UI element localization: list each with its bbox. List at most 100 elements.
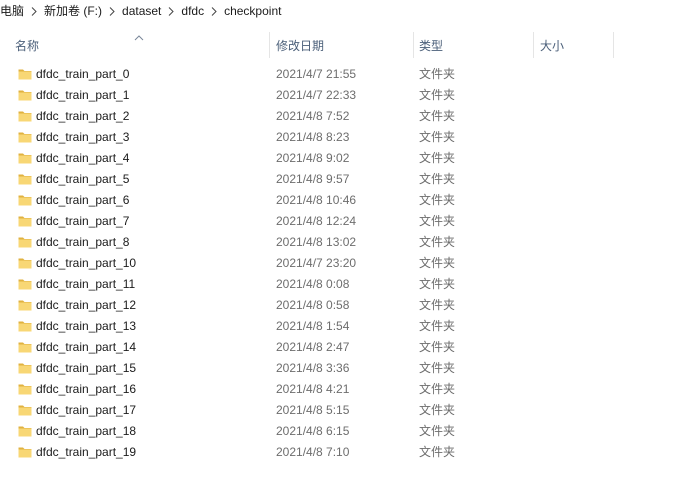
column-header-date[interactable]: 修改日期 bbox=[276, 38, 324, 54]
folder-icon bbox=[18, 403, 32, 417]
file-type: 文件夹 bbox=[419, 88, 456, 102]
column-header-type[interactable]: 类型 bbox=[419, 38, 443, 54]
file-row[interactable]: dfdc_train_part_7 2021/4/8 12:24 文件夹 bbox=[0, 211, 683, 232]
file-row[interactable]: dfdc_train_part_12 2021/4/8 0:58 文件夹 bbox=[0, 295, 683, 316]
folder-icon bbox=[18, 445, 32, 459]
folder-icon bbox=[18, 88, 32, 102]
chevron-right-icon[interactable] bbox=[104, 2, 120, 20]
file-row[interactable]: dfdc_train_part_11 2021/4/8 0:08 文件夹 bbox=[0, 274, 683, 295]
breadcrumb-item-checkpoint[interactable]: checkpoint bbox=[222, 2, 283, 20]
file-list: dfdc_train_part_0 2021/4/7 21:55 文件夹 dfdc_t… bbox=[0, 64, 683, 463]
column-header-size[interactable]: 大小 bbox=[540, 38, 564, 54]
file-modified-date: 2021/4/8 4:21 bbox=[276, 382, 350, 396]
file-row[interactable]: dfdc_train_part_14 2021/4/8 2:47 文件夹 bbox=[0, 337, 683, 358]
folder-icon bbox=[18, 235, 32, 249]
folder-icon bbox=[18, 256, 32, 270]
file-row[interactable]: dfdc_train_part_5 2021/4/8 9:57 文件夹 bbox=[0, 169, 683, 190]
file-modified-date: 2021/4/8 12:24 bbox=[276, 214, 357, 228]
column-divider[interactable] bbox=[533, 32, 534, 58]
file-type: 文件夹 bbox=[419, 319, 456, 333]
file-type: 文件夹 bbox=[419, 340, 456, 354]
folder-icon bbox=[18, 172, 32, 186]
chevron-right-icon[interactable] bbox=[26, 2, 42, 20]
file-modified-date: 2021/4/8 9:57 bbox=[276, 172, 350, 186]
file-name: dfdc_train_part_13 bbox=[36, 319, 137, 333]
file-row[interactable]: dfdc_train_part_16 2021/4/8 4:21 文件夹 bbox=[0, 379, 683, 400]
file-name: dfdc_train_part_17 bbox=[36, 403, 137, 417]
file-modified-date: 2021/4/8 3:36 bbox=[276, 361, 350, 375]
folder-icon bbox=[18, 277, 32, 291]
breadcrumb: 电脑 新加卷 (F:) dataset dfdc checkpoint bbox=[0, 0, 683, 22]
column-header-name[interactable]: 名称 bbox=[15, 38, 39, 54]
file-type: 文件夹 bbox=[419, 403, 456, 417]
file-modified-date: 2021/4/8 6:15 bbox=[276, 424, 350, 438]
file-name: dfdc_train_part_8 bbox=[36, 235, 130, 249]
breadcrumb-item-drive[interactable]: 新加卷 (F:) bbox=[42, 2, 104, 20]
column-divider[interactable] bbox=[269, 32, 270, 58]
file-name: dfdc_train_part_10 bbox=[36, 256, 137, 270]
file-modified-date: 2021/4/8 10:46 bbox=[276, 193, 357, 207]
file-name: dfdc_train_part_14 bbox=[36, 340, 137, 354]
file-type: 文件夹 bbox=[419, 382, 456, 396]
chevron-right-icon[interactable] bbox=[206, 2, 222, 20]
file-row[interactable]: dfdc_train_part_4 2021/4/8 9:02 文件夹 bbox=[0, 148, 683, 169]
folder-icon bbox=[18, 151, 32, 165]
sort-ascending-chevron-icon bbox=[134, 30, 144, 41]
file-name: dfdc_train_part_11 bbox=[36, 277, 136, 291]
column-divider[interactable] bbox=[413, 32, 414, 58]
file-name: dfdc_train_part_19 bbox=[36, 445, 137, 459]
file-row[interactable]: dfdc_train_part_2 2021/4/8 7:52 文件夹 bbox=[0, 106, 683, 127]
chevron-right-icon[interactable] bbox=[163, 2, 179, 20]
file-row[interactable]: dfdc_train_part_1 2021/4/7 22:33 文件夹 bbox=[0, 85, 683, 106]
file-row[interactable]: dfdc_train_part_13 2021/4/8 1:54 文件夹 bbox=[0, 316, 683, 337]
folder-icon bbox=[18, 319, 32, 333]
file-row[interactable]: dfdc_train_part_6 2021/4/8 10:46 文件夹 bbox=[0, 190, 683, 211]
breadcrumb-item-this-pc[interactable]: 电脑 bbox=[0, 2, 26, 20]
file-name: dfdc_train_part_16 bbox=[36, 382, 137, 396]
file-type: 文件夹 bbox=[419, 172, 456, 186]
file-modified-date: 2021/4/7 23:20 bbox=[276, 256, 357, 270]
file-name: dfdc_train_part_4 bbox=[36, 151, 130, 165]
file-type: 文件夹 bbox=[419, 109, 456, 123]
breadcrumb-item-dfdc[interactable]: dfdc bbox=[179, 2, 206, 20]
file-modified-date: 2021/4/8 5:15 bbox=[276, 403, 350, 417]
folder-icon bbox=[18, 67, 32, 81]
file-row[interactable]: dfdc_train_part_15 2021/4/8 3:36 文件夹 bbox=[0, 358, 683, 379]
file-modified-date: 2021/4/8 2:47 bbox=[276, 340, 350, 354]
folder-icon bbox=[18, 340, 32, 354]
folder-icon bbox=[18, 193, 32, 207]
folder-icon bbox=[18, 382, 32, 396]
file-row[interactable]: dfdc_train_part_18 2021/4/8 6:15 文件夹 bbox=[0, 421, 683, 442]
file-row[interactable]: dfdc_train_part_8 2021/4/8 13:02 文件夹 bbox=[0, 232, 683, 253]
file-modified-date: 2021/4/8 13:02 bbox=[276, 235, 357, 249]
folder-icon bbox=[18, 109, 32, 123]
file-modified-date: 2021/4/8 0:58 bbox=[276, 298, 350, 312]
file-modified-date: 2021/4/7 21:55 bbox=[276, 67, 357, 81]
file-type: 文件夹 bbox=[419, 277, 456, 291]
file-modified-date: 2021/4/8 9:02 bbox=[276, 151, 350, 165]
file-row[interactable]: dfdc_train_part_17 2021/4/8 5:15 文件夹 bbox=[0, 400, 683, 421]
file-name: dfdc_train_part_6 bbox=[36, 193, 130, 207]
file-type: 文件夹 bbox=[419, 214, 456, 228]
file-type: 文件夹 bbox=[419, 151, 456, 165]
file-modified-date: 2021/4/8 8:23 bbox=[276, 130, 350, 144]
file-row[interactable]: dfdc_train_part_3 2021/4/8 8:23 文件夹 bbox=[0, 127, 683, 148]
file-row[interactable]: dfdc_train_part_19 2021/4/8 7:10 文件夹 bbox=[0, 442, 683, 463]
file-type: 文件夹 bbox=[419, 193, 456, 207]
file-name: dfdc_train_part_7 bbox=[36, 214, 130, 228]
file-type: 文件夹 bbox=[419, 445, 456, 459]
breadcrumb-item-dataset[interactable]: dataset bbox=[120, 2, 163, 20]
file-type: 文件夹 bbox=[419, 130, 456, 144]
file-name: dfdc_train_part_1 bbox=[36, 88, 130, 102]
file-name: dfdc_train_part_12 bbox=[36, 298, 137, 312]
file-modified-date: 2021/4/8 0:08 bbox=[276, 277, 350, 291]
file-modified-date: 2021/4/8 7:10 bbox=[276, 445, 350, 459]
file-row[interactable]: dfdc_train_part_0 2021/4/7 21:55 文件夹 bbox=[0, 64, 683, 85]
file-row[interactable]: dfdc_train_part_10 2021/4/7 23:20 文件夹 bbox=[0, 253, 683, 274]
file-name: dfdc_train_part_3 bbox=[36, 130, 130, 144]
file-type: 文件夹 bbox=[419, 67, 456, 81]
file-type: 文件夹 bbox=[419, 298, 456, 312]
file-type: 文件夹 bbox=[419, 361, 456, 375]
folder-icon bbox=[18, 130, 32, 144]
column-divider[interactable] bbox=[613, 32, 614, 58]
